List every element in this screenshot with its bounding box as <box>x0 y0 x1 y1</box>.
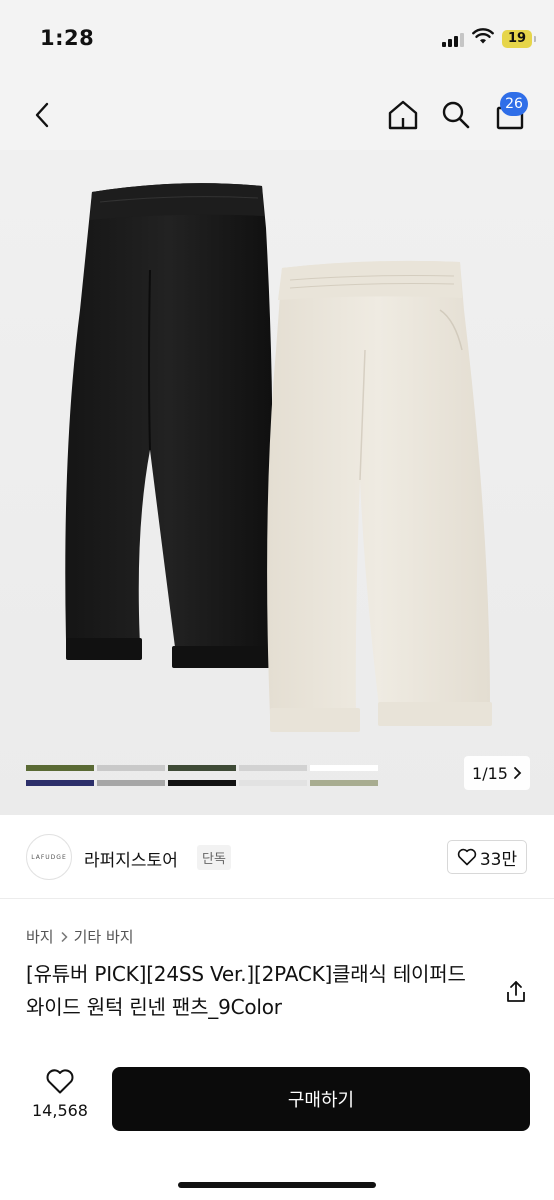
color-swatch <box>310 780 378 786</box>
store-name-link[interactable]: 라퍼지스토어 <box>84 846 178 871</box>
wifi-icon <box>472 28 494 49</box>
back-button[interactable] <box>20 93 64 137</box>
color-swatch <box>310 765 378 771</box>
share-button[interactable] <box>502 978 530 1006</box>
status-bar: 1:28 19 <box>0 0 554 80</box>
home-indicator <box>178 1182 376 1188</box>
color-swatch <box>239 780 307 786</box>
exclusive-tag: 단독 <box>197 845 231 870</box>
search-button[interactable] <box>434 93 478 137</box>
cart-count-badge: 26 <box>500 92 528 116</box>
color-swatch <box>168 765 236 771</box>
battery-icon: 19 <box>502 29 536 48</box>
image-counter-button[interactable]: 1/15 <box>464 756 530 790</box>
color-swatch-strip <box>26 765 378 786</box>
color-swatch <box>239 765 307 771</box>
home-button[interactable] <box>381 93 425 137</box>
cellular-signal-icon <box>442 31 464 47</box>
image-counter-text: 1/15 <box>472 763 508 783</box>
top-nav <box>0 80 554 150</box>
store-like-count: 33만 <box>479 849 518 870</box>
wishlist-button[interactable]: 14,568 <box>22 1068 98 1128</box>
color-swatch <box>26 780 94 786</box>
color-swatch <box>168 780 236 786</box>
color-swatch <box>97 780 165 786</box>
chevron-right-icon <box>514 767 522 779</box>
heart-icon <box>457 848 477 866</box>
color-swatch <box>26 765 94 771</box>
status-icons: 19 <box>442 28 536 49</box>
heart-icon <box>46 1069 74 1094</box>
home-icon <box>388 100 418 130</box>
breadcrumb: 바지 기타 바지 <box>26 926 134 947</box>
buy-button[interactable]: 구매하기 <box>112 1067 530 1131</box>
product-title: [유튜버 PICK][24SS Ver.][2PACK]클래식 테이퍼드 와이드… <box>26 962 466 1019</box>
product-image-gallery[interactable]: 1/15 <box>0 150 554 815</box>
store-like-button[interactable]: 33만 <box>447 840 527 874</box>
color-swatch <box>97 765 165 771</box>
product-photo <box>65 183 492 732</box>
back-arrow-icon <box>35 102 49 128</box>
store-logo[interactable]: LAFUDGE <box>26 834 72 880</box>
breadcrumb-category[interactable]: 바지 <box>26 926 54 947</box>
breadcrumb-subcategory[interactable]: 기타 바지 <box>74 926 134 947</box>
status-time: 1:28 <box>40 26 95 50</box>
wishlist-count: 14,568 <box>32 1101 88 1120</box>
divider <box>0 898 554 899</box>
chevron-right-icon <box>61 931 68 942</box>
store-logo-text: LAFUDGE <box>31 853 67 861</box>
search-icon <box>442 101 470 129</box>
share-icon <box>507 981 525 1002</box>
